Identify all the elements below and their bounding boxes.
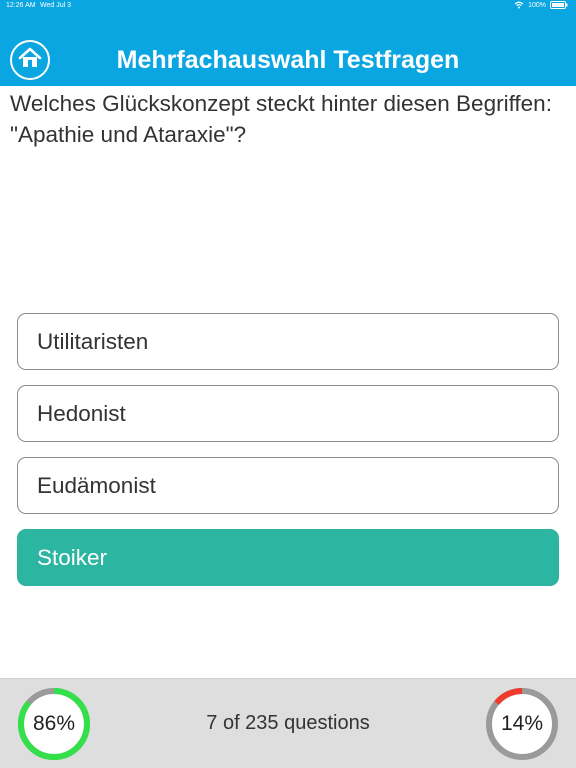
answer-option-1[interactable]: Utilitaristen xyxy=(17,313,559,370)
status-time: 12:26 AM xyxy=(6,2,36,9)
nav-bar: Mehrfachauswahl Testfragen xyxy=(0,34,576,84)
footer-bar: 86% 7 of 235 questions 14% xyxy=(0,678,576,768)
answer-option-2[interactable]: Hedonist xyxy=(17,385,559,442)
status-right: 100% xyxy=(514,1,568,9)
battery-icon xyxy=(550,1,568,9)
wrong-percent: 14% xyxy=(500,712,544,735)
battery-percent: 100% xyxy=(528,1,546,9)
answer-option-3[interactable]: Eudämonist xyxy=(17,457,559,514)
answer-list: Utilitaristen Hedonist Eudämonist Stoike… xyxy=(17,313,559,601)
wrong-progress-ring: 14% xyxy=(485,687,559,761)
page-title: Mehrfachauswahl Testfragen xyxy=(116,46,460,74)
quiz-screen: 12:26 AM Wed Jul 3 100% Mehrfachauswahl … xyxy=(0,0,576,768)
status-date: Wed Jul 3 xyxy=(40,2,71,9)
header-background: 12:26 AM Wed Jul 3 100% Mehrfachauswahl … xyxy=(0,0,576,86)
answer-option-4[interactable]: Stoiker xyxy=(17,529,559,586)
status-bar: 12:26 AM Wed Jul 3 100% xyxy=(0,0,576,14)
question-text: Welches Glückskonzept steckt hinter dies… xyxy=(10,91,552,147)
wifi-icon xyxy=(514,1,524,9)
